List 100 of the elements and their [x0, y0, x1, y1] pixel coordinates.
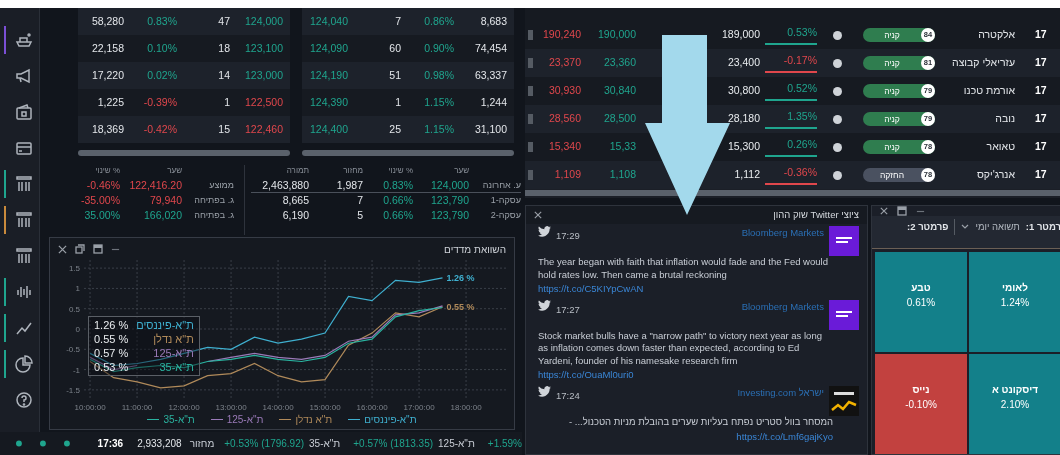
table-cell: 0.52%	[765, 81, 817, 101]
table-cell-text: 123,790	[430, 193, 469, 208]
table-cell-text: 166,020	[143, 208, 182, 223]
table-cell-text: ג. בפתיחה	[193, 209, 234, 222]
table-cell: 0.53%	[765, 25, 817, 45]
table-cell-text: 31,100	[473, 121, 508, 137]
scrollbar[interactable]	[302, 150, 514, 156]
tooltip-label: ת"א-35	[158, 360, 194, 374]
tile-name: דיסקונט א	[991, 383, 1039, 397]
close-icon[interactable]	[880, 207, 888, 215]
table-cell-text: 124,040	[309, 13, 349, 29]
column-header: שער	[453, 165, 469, 177]
table-cell-text: 30,840	[602, 83, 636, 99]
tweet-text: המסחר בוול סטריט נפתח בעליות שערים בהובלת מניות הטכנול... -	[568, 416, 834, 429]
ship-icon[interactable]	[14, 30, 34, 50]
tweet-link[interactable]: https://t.co/Lmf6gajKyo	[736, 430, 833, 442]
table-cell-text: 18,369	[90, 121, 125, 137]
tooltip-value: 0.53 %	[94, 360, 129, 374]
tooltip-label: ת"א נדלן	[152, 332, 194, 346]
source-link[interactable]: Bloomberg Markets	[741, 226, 824, 241]
axis-label: -1	[72, 365, 80, 375]
close-icon[interactable]	[58, 244, 67, 254]
status-dot-icon	[16, 440, 22, 447]
columns-icon[interactable]	[14, 210, 34, 230]
index-name: ת"א-125	[438, 437, 475, 451]
table-cell-text: 124,000	[244, 13, 284, 29]
stock-name: טאואר	[985, 139, 1015, 155]
table-cell-text: 8,683	[479, 13, 508, 29]
table-cell-text: 28,180	[726, 111, 760, 127]
wallet-icon[interactable]	[14, 102, 34, 122]
table-cell-text: 15,300	[726, 139, 760, 155]
tile-change: 0.61%	[905, 296, 937, 310]
drag-handle[interactable]	[528, 30, 533, 40]
turnover-value: 2,933,208	[137, 437, 182, 451]
axis-label: 11:00:00	[121, 403, 153, 412]
table-cell-text: 0.10%	[146, 40, 178, 56]
scrollbar[interactable]	[78, 150, 290, 156]
scrollbar[interactable]	[525, 190, 1060, 196]
table-cell-text: 6,190	[281, 208, 309, 223]
legend-line	[210, 419, 223, 420]
panel-title: ציוצי Twitter שוק ההון	[773, 207, 859, 222]
table-cell-text: 17,220	[90, 67, 125, 83]
table-cell-text: 25	[388, 121, 402, 137]
legend-line	[147, 419, 160, 420]
table-cell-text: 1	[223, 94, 231, 110]
table-cell-text: 0.02%	[146, 67, 178, 83]
signal-label: קניה	[883, 28, 901, 42]
signal-label: קניה	[883, 84, 901, 98]
time-cell: 17	[1035, 111, 1047, 127]
drag-handle[interactable]	[528, 142, 533, 152]
axis-label: -1.5	[66, 385, 80, 395]
axis-label: 1	[75, 284, 80, 294]
legend-label: ת"א-35	[163, 413, 195, 427]
legend-line	[348, 419, 361, 420]
window-icon[interactable]	[897, 206, 907, 216]
source-link[interactable]: Bloomberg Markets	[741, 299, 824, 314]
close-icon[interactable]	[534, 211, 542, 219]
drag-handle[interactable]	[528, 114, 533, 124]
table-cell-text: 123,790	[430, 208, 469, 223]
signal-label: קניה	[883, 140, 901, 154]
table-cell-text: 15,33	[608, 139, 636, 155]
drag-handle[interactable]	[528, 170, 533, 180]
turnover-label: מחזור	[189, 437, 215, 451]
legend-line	[279, 419, 292, 420]
help-icon[interactable]	[14, 390, 34, 410]
tweet-link[interactable]: https://t.co/OuaMl0uri0	[538, 369, 634, 381]
column-header: תמורה	[285, 165, 309, 177]
table-cell-text: 1,112	[733, 167, 760, 183]
chart-logo-icon	[829, 386, 859, 416]
axis-label: 0	[75, 325, 80, 334]
columns-icon[interactable]	[14, 174, 34, 194]
axis-label: 13:00:00	[215, 403, 247, 412]
copy-icon[interactable]	[75, 244, 85, 254]
axis-label: 17:00:00	[403, 403, 435, 412]
data-label: 1.26 %	[446, 272, 475, 283]
table-cell-text: 8,665	[281, 193, 309, 208]
window-icon[interactable]	[93, 244, 103, 254]
table-cell-text: 23,370	[547, 55, 581, 71]
source-link[interactable]: Investing.com ישראל	[737, 386, 824, 401]
columns-icon[interactable]	[14, 246, 34, 266]
table-cell-text: ממוצע	[208, 179, 234, 192]
legend-label: ת"א-125	[226, 413, 264, 427]
axis-label: 0.5	[68, 304, 80, 314]
drag-handle[interactable]	[528, 86, 533, 96]
tile-name: נייס	[911, 383, 931, 397]
table-cell-text: -0.42%	[142, 121, 178, 137]
table-cell-text: 23,360	[602, 55, 636, 71]
status-dot-icon	[832, 30, 842, 40]
table-cell-text: -0.39%	[142, 94, 178, 110]
filter-value[interactable]: תשואה יומי	[975, 219, 1020, 234]
drag-handle[interactable]	[528, 58, 533, 68]
table-cell-text: 122,460	[244, 121, 284, 137]
status-dot-icon	[39, 440, 46, 447]
pie-chart-icon[interactable]	[14, 354, 34, 374]
table-cell-text: 124,400	[309, 121, 349, 137]
chevron-down-icon[interactable]	[961, 223, 970, 230]
filter-label: רמטר 1:	[1025, 219, 1060, 234]
tooltip-value: 0.55 %	[94, 332, 129, 346]
table-cell-text: 15	[217, 121, 231, 137]
tweet-link[interactable]: https://t.co/C5KIYpCwAN	[538, 283, 644, 294]
